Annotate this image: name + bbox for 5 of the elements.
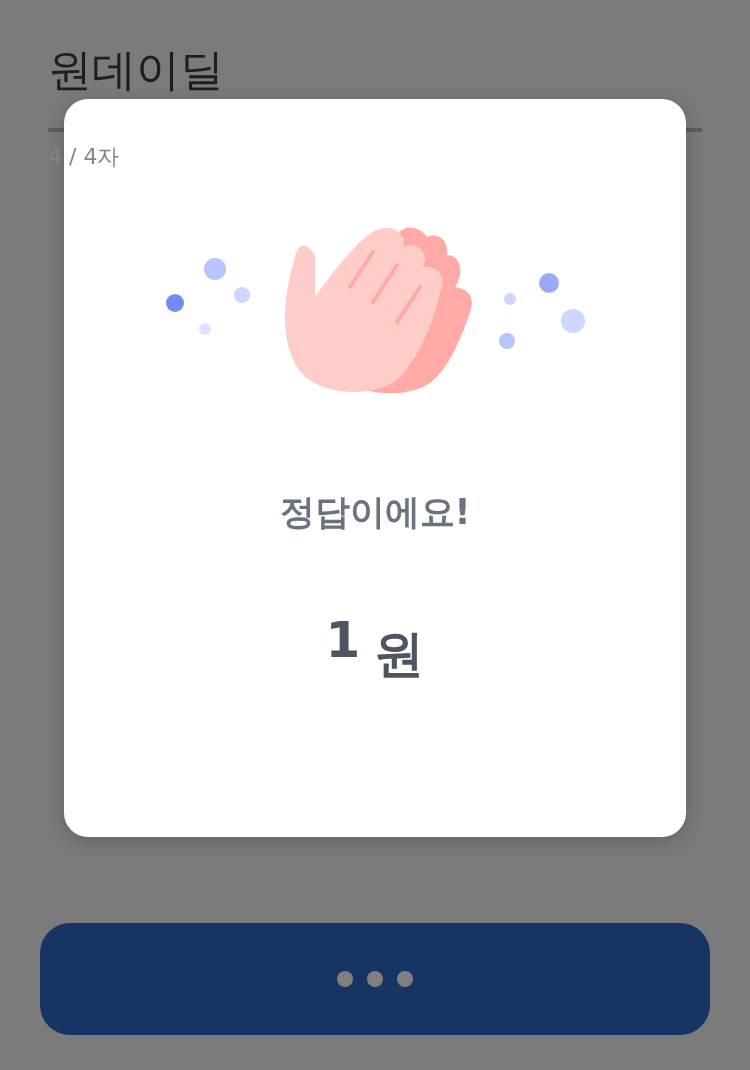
reward-amount: 1 — [325, 612, 361, 668]
submit-button[interactable] — [40, 923, 710, 1035]
currency-unit: 원 — [374, 626, 425, 682]
page-title: 원데이딜 — [48, 43, 225, 97]
result-message: 정답이에요! — [279, 491, 471, 534]
